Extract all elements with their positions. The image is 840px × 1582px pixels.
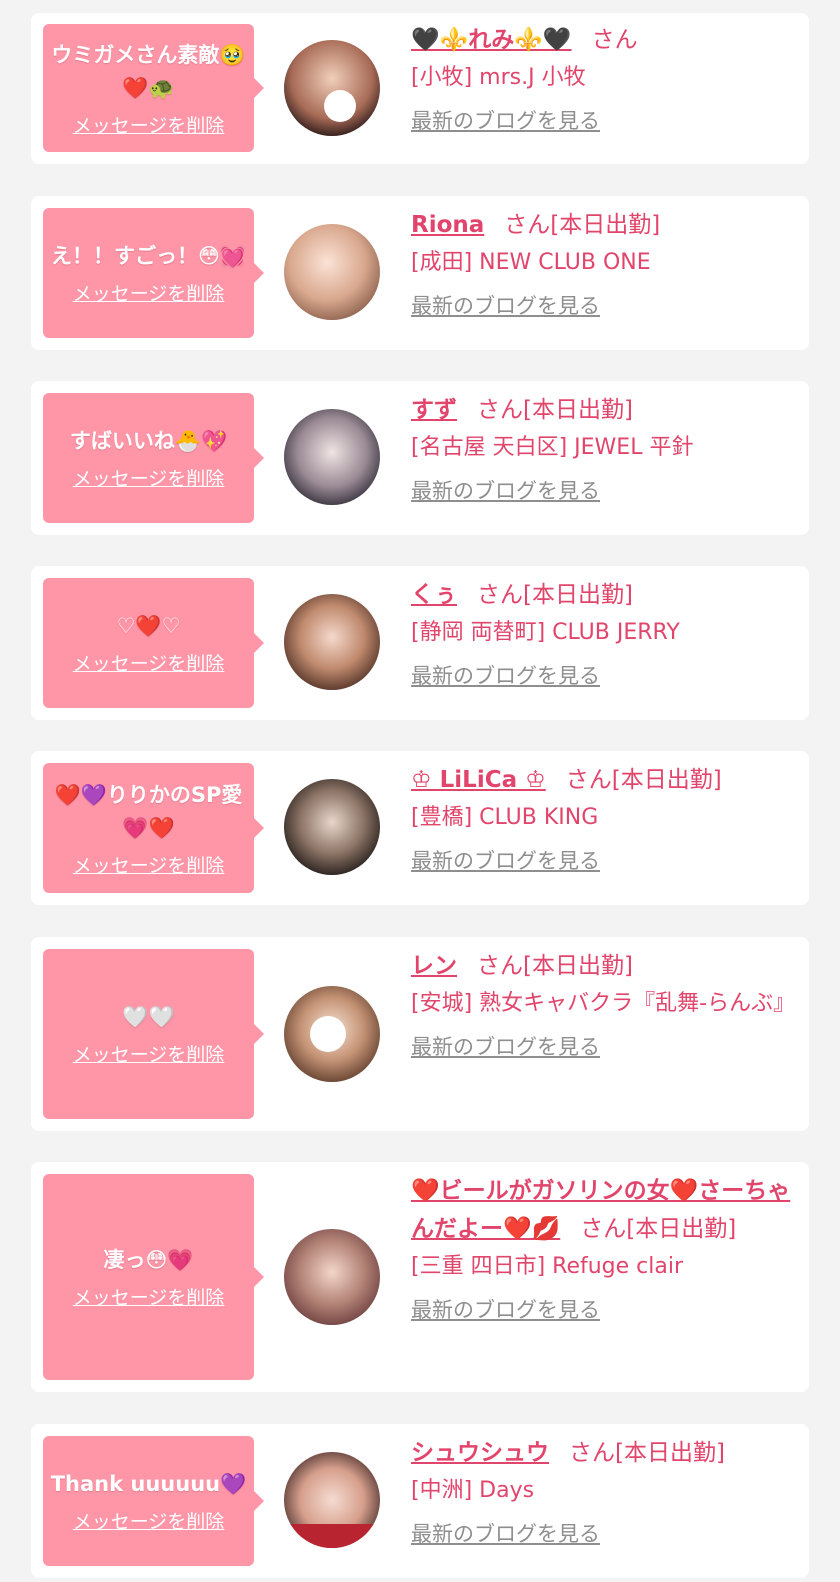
message-bubble: ♡❤️♡ メッセージを削除 [43,578,264,708]
list-item: すばいいね🐣💖 メッセージを削除 すず さん[本日出勤] [名古屋 天白区] JE… [31,381,809,535]
avatar[interactable] [284,1452,380,1548]
shop-name: [名古屋 天白区] JEWEL 平針 [411,435,694,460]
shop-name: [中洲] Days [411,1478,535,1503]
message-text: ウミガメさん素敵🥹❤️🐢 [51,42,246,100]
message-text: 凄っ😳💗 [103,1248,194,1272]
latest-blog-link[interactable]: 最新のブログを見る [411,290,600,320]
latest-blog-link[interactable]: 最新のブログを見る [411,1294,600,1324]
shop-name: [豊橋] CLUB KING [411,805,599,830]
cast-info: Riona さん[本日出勤] [成田] NEW CLUB ONE 最新のブログを見… [411,206,791,320]
name-suffix: さん[本日出勤] [569,1440,725,1466]
message-list: ウミガメさん素敵🥹❤️🐢 メッセージを削除 🖤⚜️れみ⚜️🖤 さん [小牧] mr… [0,0,840,1582]
shop-name: [小牧] mrs.J 小牧 [411,65,586,90]
avatar[interactable] [284,409,380,505]
cast-name-link[interactable]: シュウシュウ [411,1440,549,1466]
message-text: ❤️💜りりかのSP愛💗❤️ [54,782,243,840]
list-item: ♡❤️♡ メッセージを削除 くぅ さん[本日出勤] [静岡 両替町] CLUB J… [31,566,809,720]
avatar[interactable] [284,779,380,875]
delete-message-link[interactable]: メッセージを削除 [73,851,225,878]
cast-info: くぅ さん[本日出勤] [静岡 両替町] CLUB JERRY 最新のブログを見る [411,576,791,690]
avatar[interactable] [284,40,380,136]
name-suffix: さん [591,27,638,53]
cast-info: ♔ LiLiCa ♔ さん[本日出勤] [豊橋] CLUB KING 最新のブログ… [411,761,791,875]
avatar[interactable] [284,1229,380,1325]
message-text: ♡❤️♡ [116,614,181,638]
avatar[interactable] [284,986,380,1082]
message-bubble: Thank uuuuuu💜 メッセージを削除 [43,1436,264,1566]
latest-blog-link[interactable]: 最新のブログを見る [411,660,600,690]
avatar[interactable] [284,594,380,690]
cast-info: 🖤⚜️れみ⚜️🖤 さん [小牧] mrs.J 小牧 最新のブログを見る [411,21,791,135]
delete-message-link[interactable]: メッセージを削除 [73,111,225,138]
name-suffix: さん[本日出勤] [504,212,661,238]
name-suffix: さん[本日出勤] [477,953,633,979]
shop-name: [成田] NEW CLUB ONE [411,250,651,275]
message-text: すばいいね🐣💖 [69,429,228,453]
message-text: え！！すごっ！😳💓 [50,244,247,268]
delete-message-link[interactable]: メッセージを削除 [73,1283,225,1310]
avatar[interactable] [284,224,380,320]
list-item: ❤️💜りりかのSP愛💗❤️ メッセージを削除 ♔ LiLiCa ♔ さん[本日出勤… [31,751,809,905]
list-item: 凄っ😳💗 メッセージを削除 ❤️ビールがガソリンの女❤️さーちゃんだよー❤️💋 さ… [31,1162,809,1392]
name-suffix: さん[本日出勤] [477,582,633,608]
name-suffix: さん[本日出勤] [477,397,633,423]
latest-blog-link[interactable]: 最新のブログを見る [411,845,600,875]
latest-blog-link[interactable]: 最新のブログを見る [411,1518,600,1548]
list-item: え！！すごっ！😳💓 メッセージを削除 Riona さん[本日出勤] [成田] NE… [31,196,809,350]
cast-name-link[interactable]: レン [411,953,457,979]
delete-message-link[interactable]: メッセージを削除 [73,649,225,676]
message-text: Thank uuuuuu💜 [50,1472,247,1496]
message-bubble: 🤍🤍 メッセージを削除 [43,949,264,1119]
latest-blog-link[interactable]: 最新のブログを見る [411,105,600,135]
message-bubble: ❤️💜りりかのSP愛💗❤️ メッセージを削除 [43,763,264,893]
latest-blog-link[interactable]: 最新のブログを見る [411,1031,600,1061]
cast-name-link[interactable]: ♔ LiLiCa ♔ [411,767,546,793]
cast-info: すず さん[本日出勤] [名古屋 天白区] JEWEL 平針 最新のブログを見る [411,391,791,505]
list-item: Thank uuuuuu💜 メッセージを削除 シュウシュウ さん[本日出勤] [中… [31,1424,809,1578]
message-text: 🤍🤍 [122,1005,175,1029]
latest-blog-link[interactable]: 最新のブログを見る [411,475,600,505]
delete-message-link[interactable]: メッセージを削除 [73,279,225,306]
list-item: 🤍🤍 メッセージを削除 レン さん[本日出勤] [安城] 熟女キャバクラ『乱舞-ら… [31,937,809,1131]
message-bubble: 凄っ😳💗 メッセージを削除 [43,1174,264,1380]
delete-message-link[interactable]: メッセージを削除 [73,464,225,491]
cast-name-link[interactable]: くぅ [411,582,457,608]
cast-info: ❤️ビールがガソリンの女❤️さーちゃんだよー❤️💋 さん[本日出勤] [三重 四日… [411,1172,791,1324]
name-suffix: さん[本日出勤] [565,767,722,793]
message-bubble: ウミガメさん素敵🥹❤️🐢 メッセージを削除 [43,24,264,152]
cast-name-link[interactable]: Riona [411,212,484,238]
message-bubble: え！！すごっ！😳💓 メッセージを削除 [43,208,264,338]
cast-info: シュウシュウ さん[本日出勤] [中洲] Days 最新のブログを見る [411,1434,791,1548]
name-suffix: さん[本日出勤] [580,1216,737,1242]
list-item: ウミガメさん素敵🥹❤️🐢 メッセージを削除 🖤⚜️れみ⚜️🖤 さん [小牧] mr… [31,13,809,164]
shop-name: [静岡 両替町] CLUB JERRY [411,620,680,645]
cast-name-link[interactable]: すず [411,397,457,423]
cast-name-link[interactable]: 🖤⚜️れみ⚜️🖤 [411,27,572,53]
message-bubble: すばいいね🐣💖 メッセージを削除 [43,393,264,523]
cast-info: レン さん[本日出勤] [安城] 熟女キャバクラ『乱舞-らんぶ』 最新のブログを見… [411,947,796,1061]
shop-name: [三重 四日市] Refuge clair [411,1254,684,1279]
delete-message-link[interactable]: メッセージを削除 [73,1507,225,1534]
shop-name: [安城] 熟女キャバクラ『乱舞-らんぶ』 [411,991,796,1016]
delete-message-link[interactable]: メッセージを削除 [73,1040,225,1067]
